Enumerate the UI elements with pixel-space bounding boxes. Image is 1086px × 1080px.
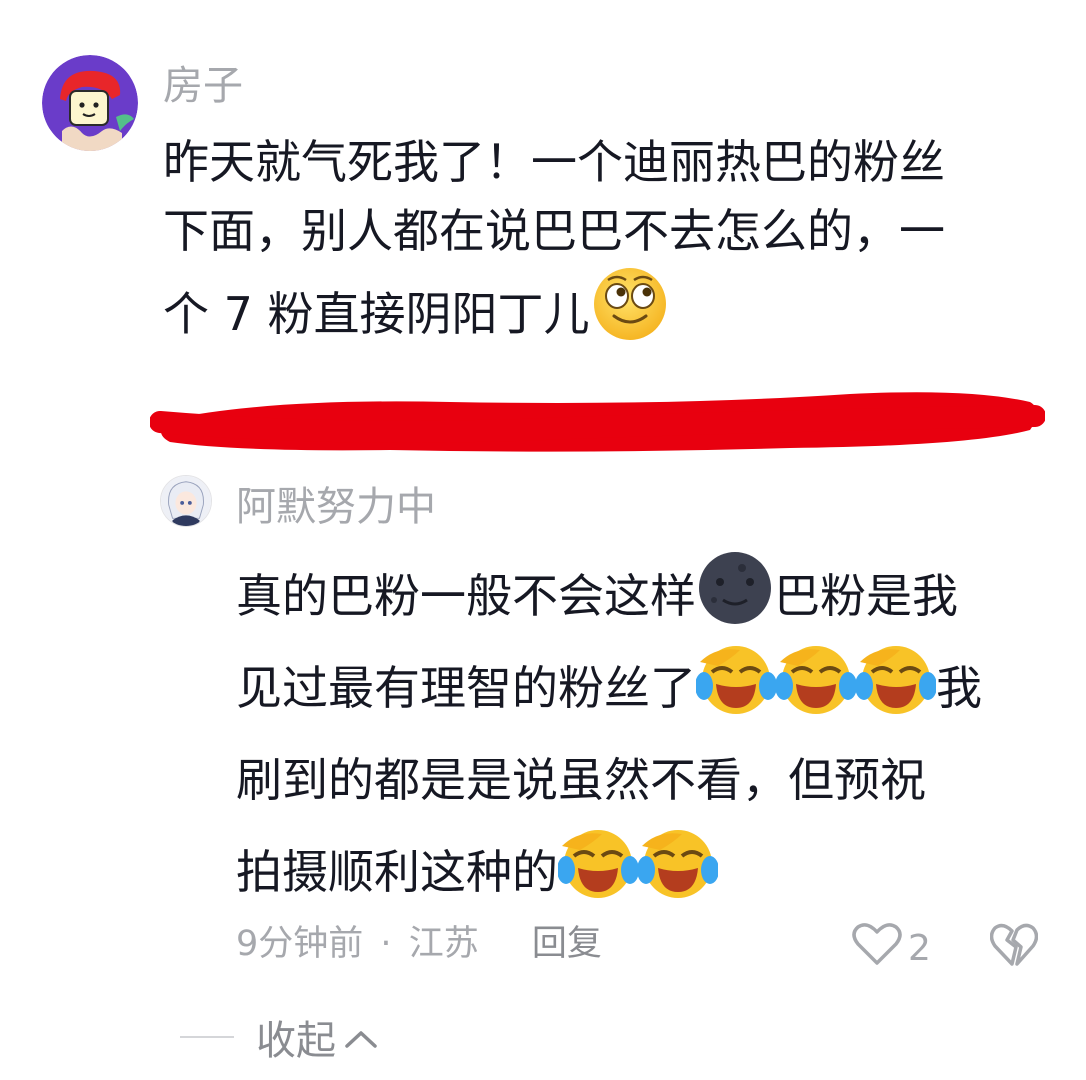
smile-rolling-eyes-emoji: [590, 266, 670, 342]
laughing-crying-emoji: [696, 642, 776, 718]
dislike-button[interactable]: [989, 922, 1039, 972]
reply-text: 真的巴粉一般不会这样 巴粉是我 见过最有理智的粉丝了 我 刷到的都是是说虽然不看…: [236, 550, 982, 918]
comment-line-2: 下面，别人都在说巴巴不去怎么的，一: [163, 204, 945, 258]
reply-meta: 9分钟前 · 江苏 回复: [236, 927, 602, 962]
like-count: 2: [908, 928, 931, 969]
broken-heart-icon: [989, 923, 1039, 972]
reply-line-1b: 巴粉是我: [774, 569, 958, 623]
reply-line-4: 拍摄顺利这种的: [236, 845, 558, 899]
new-moon-face-emoji: [696, 550, 774, 626]
meta-separator: ·: [380, 924, 392, 964]
heart-icon: [852, 922, 902, 975]
comment-username[interactable]: 房子: [163, 66, 243, 106]
comment-line-3: 个 7 粉直接阴阳丁儿: [163, 287, 590, 341]
reply-line-2a: 见过最有理智的粉丝了: [236, 661, 696, 715]
collapse-label: 收起: [256, 1018, 336, 1064]
avatar[interactable]: [42, 55, 138, 151]
chevron-up-icon: [344, 1014, 378, 1060]
like-button[interactable]: 2: [852, 922, 931, 975]
reply-location: 江苏: [408, 924, 479, 964]
redaction-scribble: [150, 392, 1045, 452]
laughing-crying-emoji: [776, 642, 856, 718]
laughing-crying-emoji: [856, 642, 936, 718]
collapse-replies[interactable]: 收起: [180, 1008, 378, 1066]
reply-line-2b: 我: [936, 661, 982, 715]
reply-button[interactable]: 回复: [532, 924, 602, 964]
reply-time: 9分钟前: [236, 924, 364, 964]
divider: [180, 1036, 234, 1038]
comment-text: 昨天就气死我了！一个迪丽热巴的粉丝 下面，别人都在说巴巴不去怎么的，一 个 7 …: [163, 128, 945, 341]
comment-line-1: 昨天就气死我了！一个迪丽热巴的粉丝: [163, 135, 945, 189]
laughing-crying-emoji: [558, 826, 638, 902]
laughing-crying-emoji: [638, 826, 718, 902]
reply-line-3: 刷到的都是是说虽然不看，但预祝: [236, 753, 926, 807]
reply-avatar[interactable]: [160, 475, 212, 527]
reply-line-1a: 真的巴粉一般不会这样: [236, 569, 696, 623]
reply-username[interactable]: 阿默努力中: [236, 487, 436, 527]
